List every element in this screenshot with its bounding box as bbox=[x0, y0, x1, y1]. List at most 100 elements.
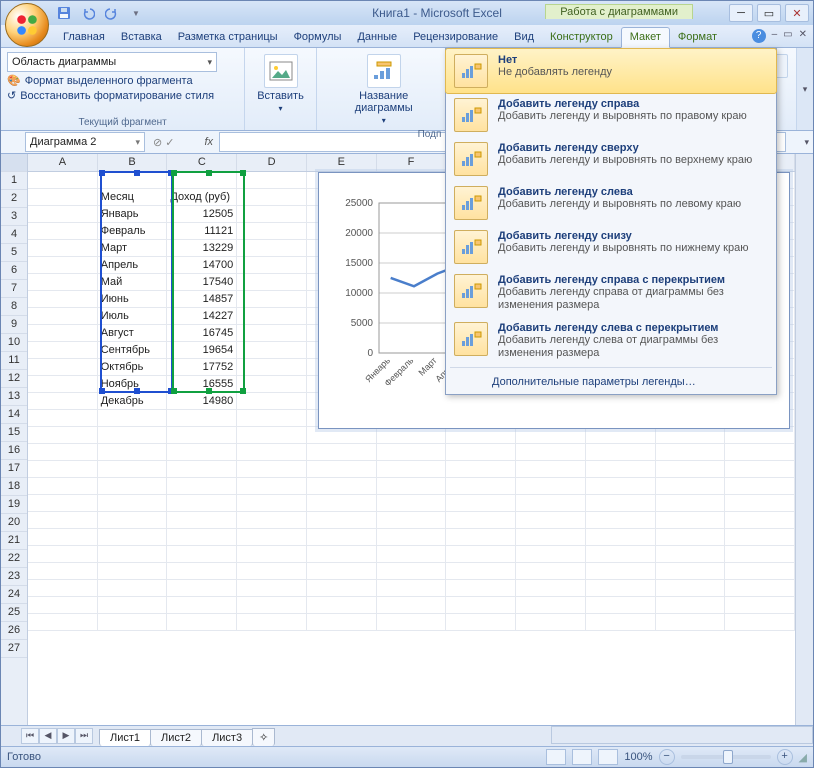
cell[interactable] bbox=[446, 478, 516, 495]
cell[interactable] bbox=[586, 512, 656, 529]
cell[interactable] bbox=[28, 257, 98, 274]
cell[interactable] bbox=[98, 495, 168, 512]
tab-design[interactable]: Конструктор bbox=[542, 28, 621, 47]
cell[interactable] bbox=[98, 529, 168, 546]
cell[interactable] bbox=[237, 206, 307, 223]
cell[interactable] bbox=[167, 614, 237, 631]
cell[interactable] bbox=[28, 563, 98, 580]
maximize-button[interactable]: ▭ bbox=[757, 4, 781, 22]
cell[interactable] bbox=[28, 614, 98, 631]
row-header[interactable]: 8 bbox=[1, 298, 27, 316]
cell[interactable] bbox=[28, 206, 98, 223]
fx-icon[interactable]: fx bbox=[205, 136, 214, 148]
cell[interactable] bbox=[167, 546, 237, 563]
cell[interactable] bbox=[725, 614, 795, 631]
cell[interactable] bbox=[167, 512, 237, 529]
cell[interactable] bbox=[516, 614, 586, 631]
cell[interactable] bbox=[446, 512, 516, 529]
cell[interactable] bbox=[725, 597, 795, 614]
cell[interactable] bbox=[725, 563, 795, 580]
sheet-nav-last[interactable]: ⏭ bbox=[75, 728, 93, 744]
cell[interactable]: Август bbox=[98, 325, 168, 342]
column-header[interactable]: A bbox=[28, 154, 98, 171]
cell[interactable] bbox=[725, 512, 795, 529]
cell[interactable] bbox=[725, 495, 795, 512]
cell[interactable] bbox=[307, 512, 377, 529]
formula-expand-icon[interactable]: ▾ bbox=[804, 137, 813, 148]
minimize-ribbon-icon[interactable]: – bbox=[772, 29, 778, 43]
cell[interactable] bbox=[237, 223, 307, 240]
row-header[interactable]: 15 bbox=[1, 424, 27, 442]
cell[interactable] bbox=[307, 529, 377, 546]
cell[interactable] bbox=[167, 427, 237, 444]
cell[interactable]: Февраль bbox=[98, 223, 168, 240]
cell[interactable] bbox=[586, 427, 656, 444]
cell[interactable] bbox=[237, 172, 307, 189]
cell[interactable] bbox=[237, 359, 307, 376]
cell[interactable]: 12505 bbox=[167, 206, 237, 223]
legend-option[interactable]: Добавить легенду слеваДобавить легенду и… bbox=[446, 181, 776, 225]
legend-option[interactable]: Добавить легенду справаДобавить легенду … bbox=[446, 93, 776, 137]
cell[interactable] bbox=[307, 597, 377, 614]
view-pagebreak-button[interactable] bbox=[598, 749, 618, 765]
row-header[interactable]: 16 bbox=[1, 442, 27, 460]
horizontal-scrollbar[interactable] bbox=[551, 726, 813, 744]
column-header[interactable]: D bbox=[237, 154, 307, 171]
cell[interactable] bbox=[446, 444, 516, 461]
cell[interactable] bbox=[28, 597, 98, 614]
cell[interactable]: Ноябрь bbox=[98, 376, 168, 393]
tab-review[interactable]: Рецензирование bbox=[405, 28, 506, 47]
cell[interactable] bbox=[28, 274, 98, 291]
cell[interactable]: Январь bbox=[98, 206, 168, 223]
cell[interactable] bbox=[516, 478, 586, 495]
cell[interactable] bbox=[237, 376, 307, 393]
cell[interactable] bbox=[237, 461, 307, 478]
legend-option[interactable]: Добавить легенду снизуДобавить легенду и… bbox=[446, 225, 776, 269]
cell[interactable]: Месяц bbox=[98, 189, 168, 206]
tab-layout[interactable]: Макет bbox=[621, 27, 670, 48]
cell[interactable]: 17540 bbox=[167, 274, 237, 291]
cell[interactable] bbox=[516, 512, 586, 529]
cell[interactable] bbox=[446, 563, 516, 580]
view-pagelayout-button[interactable] bbox=[572, 749, 592, 765]
cell[interactable]: Июнь bbox=[98, 291, 168, 308]
cell[interactable] bbox=[725, 580, 795, 597]
cell[interactable] bbox=[446, 546, 516, 563]
cell[interactable] bbox=[28, 410, 98, 427]
fx-buttons[interactable]: ⊘ ✓ bbox=[153, 136, 175, 149]
cell[interactable] bbox=[377, 495, 447, 512]
row-header[interactable]: 20 bbox=[1, 514, 27, 532]
cell[interactable] bbox=[98, 563, 168, 580]
cell[interactable]: Июль bbox=[98, 308, 168, 325]
cell[interactable] bbox=[377, 546, 447, 563]
sheet-tab-3[interactable]: Лист3 bbox=[201, 729, 253, 746]
name-box[interactable]: Диаграмма 2▾ bbox=[25, 132, 145, 152]
cell[interactable] bbox=[656, 495, 726, 512]
column-header[interactable]: E bbox=[307, 154, 377, 171]
cell[interactable] bbox=[237, 563, 307, 580]
cell[interactable] bbox=[28, 512, 98, 529]
tab-data[interactable]: Данные bbox=[349, 28, 405, 47]
row-header[interactable]: 7 bbox=[1, 280, 27, 298]
cell[interactable] bbox=[98, 512, 168, 529]
cell[interactable] bbox=[28, 325, 98, 342]
column-header[interactable]: C bbox=[167, 154, 237, 171]
row-header[interactable]: 9 bbox=[1, 316, 27, 334]
cell[interactable] bbox=[28, 546, 98, 563]
insert-button[interactable]: Вставить▾ bbox=[251, 52, 310, 115]
cell[interactable] bbox=[28, 240, 98, 257]
cell[interactable] bbox=[237, 257, 307, 274]
row-header[interactable]: 6 bbox=[1, 262, 27, 280]
cell[interactable] bbox=[377, 461, 447, 478]
row-header[interactable]: 1 bbox=[1, 172, 27, 190]
restore-workbook-icon[interactable]: ▭ bbox=[783, 29, 792, 43]
view-normal-button[interactable] bbox=[546, 749, 566, 765]
cell[interactable] bbox=[98, 597, 168, 614]
cell[interactable] bbox=[28, 308, 98, 325]
legend-option[interactable]: НетНе добавлять легенду bbox=[445, 48, 777, 94]
cell[interactable]: 16745 bbox=[167, 325, 237, 342]
cell[interactable] bbox=[237, 342, 307, 359]
cell[interactable] bbox=[98, 478, 168, 495]
cell[interactable] bbox=[237, 308, 307, 325]
cell[interactable] bbox=[237, 546, 307, 563]
